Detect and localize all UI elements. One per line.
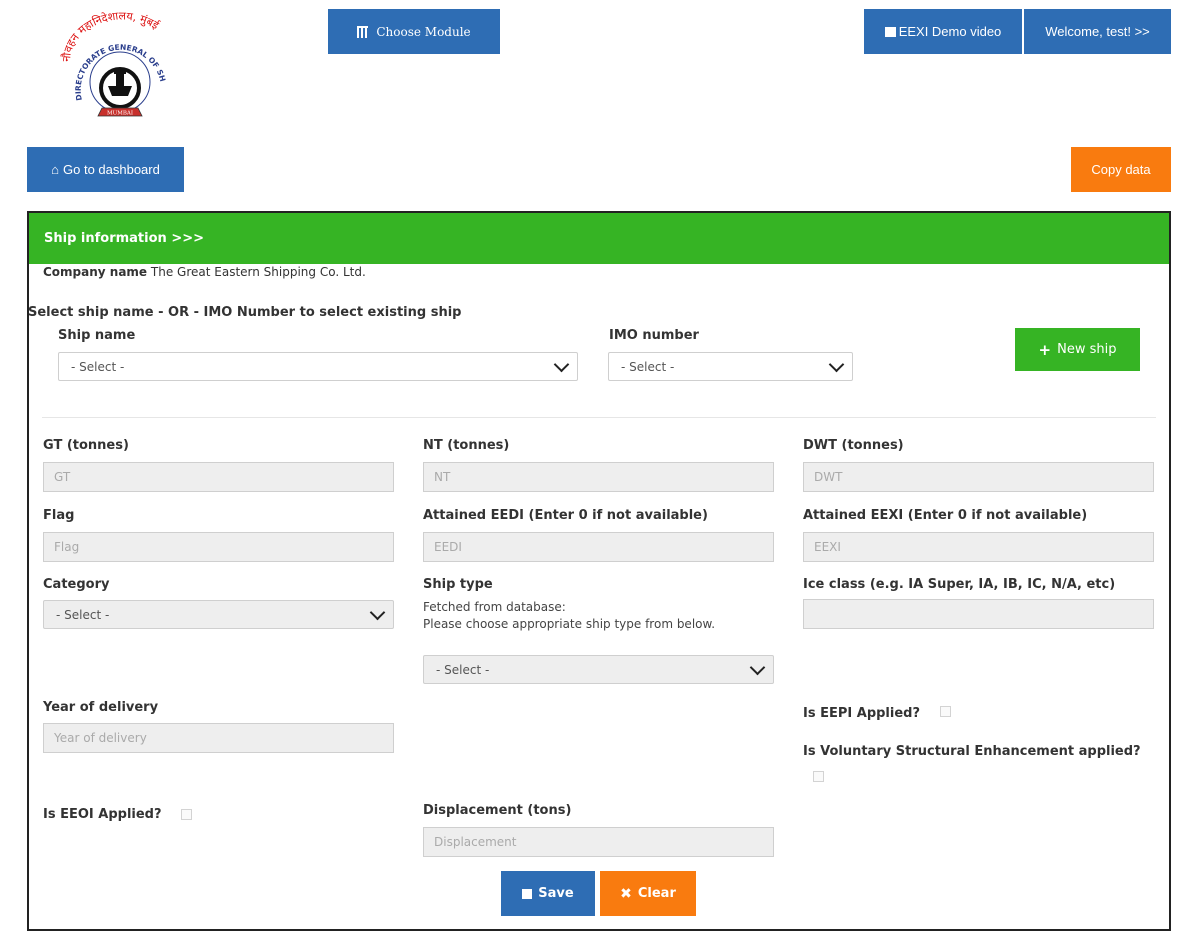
displacement-input[interactable]: Displacement: [423, 827, 774, 857]
new-ship-button[interactable]: + New ship: [1015, 328, 1140, 371]
eedi-placeholder: EEDI: [434, 540, 462, 554]
company-name-row: Company name The Great Eastern Shipping …: [43, 265, 366, 279]
panel-title: Ship information >>>: [44, 231, 204, 246]
panel-header: Ship information >>>: [29, 213, 1169, 264]
copy-data-button[interactable]: Copy data: [1071, 147, 1171, 192]
save-label: Save: [538, 886, 574, 901]
chevron-down-icon: [369, 604, 386, 620]
film-icon: [884, 26, 896, 37]
flag-label: Flag: [43, 508, 75, 523]
grid-icon: [357, 25, 369, 38]
choose-module-button[interactable]: Choose Module: [328, 9, 500, 54]
dwt-input[interactable]: DWT: [803, 462, 1154, 492]
save-icon: [522, 888, 533, 899]
home-icon: ⌂: [51, 162, 59, 177]
copy-data-label: Copy data: [1091, 162, 1151, 177]
ship-type-select[interactable]: - Select -: [423, 655, 774, 684]
displacement-label: Displacement (tons): [423, 803, 572, 818]
vse-checkbox[interactable]: [813, 771, 824, 782]
eepi-label: Is EEPI Applied?: [803, 706, 920, 721]
ship-name-selected: - Select -: [71, 359, 125, 374]
divider: [42, 417, 1156, 418]
imo-number-label: IMO number: [609, 328, 699, 343]
category-label: Category: [43, 577, 110, 592]
ship-name-label: Ship name: [58, 328, 136, 343]
imo-number-selected: - Select -: [621, 359, 675, 374]
gt-input[interactable]: GT: [43, 462, 394, 492]
go-to-dashboard-button[interactable]: ⌂ Go to dashboard: [27, 147, 184, 192]
company-name-label: Company name: [43, 265, 148, 279]
ship-type-note-2: Please choose appropriate ship type from…: [423, 617, 716, 631]
nt-label: NT (tonnes): [423, 438, 510, 453]
select-ship-hint: Select ship name - OR - IMO Number to se…: [28, 305, 462, 320]
dwt-label: DWT (tonnes): [803, 438, 904, 453]
company-name-value: The Great Eastern Shipping Co. Ltd.: [150, 265, 366, 279]
eedi-input[interactable]: EEDI: [423, 532, 774, 562]
ship-type-selected: - Select -: [436, 662, 490, 677]
eeoi-label: Is EEOI Applied?: [43, 807, 162, 822]
flag-input[interactable]: Flag: [43, 532, 394, 562]
eedi-label: Attained EEDI (Enter 0 if not available): [423, 508, 708, 523]
chevron-down-icon: [553, 356, 570, 372]
svg-text:MUMBAI: MUMBAI: [107, 111, 133, 117]
close-icon: ✖: [620, 885, 632, 902]
eeoi-checkbox[interactable]: [181, 809, 192, 820]
eexi-placeholder: EEXI: [814, 540, 841, 554]
eepi-checkbox[interactable]: [940, 706, 951, 717]
gt-placeholder: GT: [54, 470, 71, 484]
chevron-down-icon: [749, 659, 766, 675]
year-of-delivery-input[interactable]: Year of delivery: [43, 723, 394, 753]
imo-number-select[interactable]: - Select -: [608, 352, 853, 381]
displacement-placeholder: Displacement: [434, 835, 517, 849]
year-of-delivery-label: Year of delivery: [43, 700, 159, 715]
ship-name-select[interactable]: - Select -: [58, 352, 578, 381]
demo-video-label: EEXI Demo video: [898, 24, 1002, 39]
clear-label: Clear: [637, 886, 676, 901]
eexi-input[interactable]: EEXI: [803, 532, 1154, 562]
flag-placeholder: Flag: [54, 540, 80, 554]
ice-class-label: Ice class (e.g. IA Super, IA, IB, IC, N/…: [803, 577, 1116, 592]
eexi-demo-video-button[interactable]: EEXI Demo video: [864, 9, 1022, 54]
welcome-label: Welcome, test! >>: [1045, 24, 1150, 39]
category-selected: - Select -: [56, 607, 110, 622]
nt-input[interactable]: NT: [423, 462, 774, 492]
nt-placeholder: NT: [434, 470, 451, 484]
chevron-down-icon: [828, 356, 845, 372]
ship-type-note-1: Fetched from database:: [423, 600, 566, 614]
dashboard-label: Go to dashboard: [63, 162, 160, 177]
save-button[interactable]: Save: [501, 871, 595, 916]
welcome-user-button[interactable]: Welcome, test! >>: [1024, 9, 1171, 54]
choose-module-label: Choose Module: [376, 24, 471, 39]
new-ship-label: New ship: [1057, 342, 1117, 357]
plus-icon: +: [1038, 340, 1052, 359]
vse-label: Is Voluntary Structural Enhancement appl…: [803, 744, 1141, 759]
category-select[interactable]: - Select -: [43, 600, 394, 629]
eexi-label: Attained EEXI (Enter 0 if not available): [803, 508, 1088, 523]
clear-button[interactable]: ✖ Clear: [600, 871, 696, 916]
ship-type-label: Ship type: [423, 577, 493, 592]
ice-class-input[interactable]: [803, 599, 1154, 629]
year-placeholder: Year of delivery: [54, 731, 147, 745]
dwt-placeholder: DWT: [814, 470, 843, 484]
dg-shipping-logo: नौवहन महानिदेशालय, मुंबई DIRECTORATE GEN…: [39, 3, 198, 127]
gt-label: GT (tonnes): [43, 438, 129, 453]
